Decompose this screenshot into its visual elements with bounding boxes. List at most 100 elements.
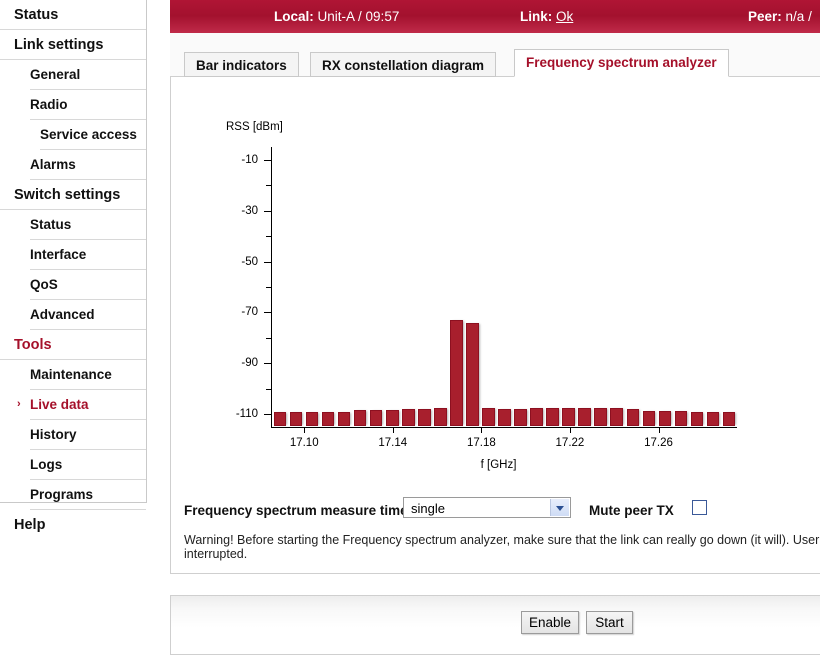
chart-y-tick-label: -110 — [218, 409, 258, 419]
status-link-key: Link: — [520, 9, 552, 24]
page-root: Status Link settings General Radio Service a… — [0, 0, 820, 638]
chart-y-tick — [264, 160, 271, 161]
sidebar-section-link-settings[interactable]: Link settings — [0, 30, 146, 60]
status-local: Local: Unit-A / 09:57 — [274, 9, 399, 24]
status-peer: Peer: n/a / — [748, 9, 812, 24]
measure-time-label: Frequency spectrum measure time — [184, 503, 408, 518]
chart-x-axis-line — [271, 427, 737, 428]
sidebar-item-maintenance[interactable]: Maintenance — [30, 360, 146, 390]
chart-y-tick-label: -50 — [218, 257, 258, 267]
action-panel: Enable Start — [170, 595, 820, 655]
warning-text: Warning! Before starting the Frequency s… — [184, 533, 820, 561]
chevron-down-icon[interactable] — [550, 499, 569, 516]
sidebar-item-qos[interactable]: QoS — [30, 270, 146, 300]
chart-y-tick-label: -90 — [218, 358, 258, 368]
chart-controls: Frequency spectrum measure time single M… — [171, 495, 820, 575]
chart-y-tick-minor — [266, 287, 271, 288]
sidebar-label: History — [30, 427, 77, 442]
chart-x-tick — [570, 428, 571, 433]
sidebar-section-switch-settings[interactable]: Switch settings — [0, 180, 146, 210]
sidebar-label: Switch settings — [14, 187, 120, 203]
chart-x-axis-label: f [GHz] — [171, 459, 820, 471]
chart-bar — [322, 412, 335, 426]
tab-bar-indicators[interactable]: Bar indicators — [184, 52, 299, 77]
sidebar-item-interface[interactable]: Interface — [30, 240, 146, 270]
chart-y-tick — [264, 211, 271, 212]
chart-y-tick-minor — [266, 338, 271, 339]
chart-x-tick-label: 17.14 — [363, 437, 423, 449]
sidebar-label: Alarms — [30, 157, 76, 172]
chart-y-tick — [264, 312, 271, 313]
tab-rx-constellation-diagram[interactable]: RX constellation diagram — [310, 52, 496, 77]
status-peer-key: Peer: — [748, 9, 782, 24]
chart-bar — [274, 412, 287, 426]
chart-x-tick-label: 17.22 — [540, 437, 600, 449]
measure-time-select[interactable]: single — [403, 497, 571, 518]
chart-bar — [402, 409, 415, 426]
chart-y-axis-line — [271, 147, 272, 428]
status-peer-value: n/a / — [786, 9, 812, 24]
chart-y-tick — [264, 414, 271, 415]
enable-button[interactable]: Enable — [521, 611, 579, 634]
chart-plot-area: -10-30-50-70-90-11017.1017.1417.1817.221… — [271, 147, 736, 427]
chart-bar — [498, 409, 511, 426]
chart-bar — [306, 412, 319, 426]
sidebar-item-history[interactable]: History — [30, 420, 146, 450]
frequency-spectrum-chart: RSS [dBm] f [GHz] -10-30-50-70-90-11017.… — [171, 77, 820, 477]
chart-bar — [370, 410, 383, 426]
sidebar-label: Live data — [30, 397, 89, 412]
chart-y-tick-label: -30 — [218, 206, 258, 216]
chart-x-tick — [393, 428, 394, 433]
sidebar-section-help[interactable]: Help — [0, 510, 146, 539]
sidebar-item-advanced[interactable]: Advanced — [30, 300, 146, 330]
warning-line-2: interrupted. — [184, 547, 820, 561]
chart-y-axis-label: RSS [dBm] — [226, 121, 283, 133]
status-bar: Local: Unit-A / 09:57 Link: Ok Peer: n/a… — [170, 0, 820, 33]
chart-bar — [450, 320, 463, 426]
chart-bar — [386, 410, 399, 426]
chart-x-tick-label: 17.26 — [629, 437, 689, 449]
sidebar-label: Status — [30, 217, 71, 232]
chart-bar — [723, 412, 736, 427]
sidebar-label: Radio — [30, 97, 68, 112]
chart-bar — [546, 408, 559, 426]
chart-bar — [338, 412, 351, 426]
status-link-value[interactable]: Ok — [556, 9, 573, 24]
chart-x-tick — [481, 428, 482, 433]
chart-x-tick-label: 17.18 — [451, 437, 511, 449]
sidebar-item-radio[interactable]: Radio — [30, 90, 146, 120]
sidebar-item-programs[interactable]: Programs — [30, 480, 146, 510]
start-button[interactable]: Start — [586, 611, 633, 634]
sidebar-item-live-data[interactable]: ›Live data — [30, 390, 146, 420]
chart-bar — [482, 408, 495, 426]
sidebar-item-service-access[interactable]: Service access — [40, 120, 146, 150]
sidebar-label: Tools — [14, 337, 52, 353]
sidebar-label: General — [30, 67, 80, 82]
mute-peer-tx-checkbox[interactable] — [692, 500, 707, 515]
tab-frequency-spectrum-analyzer[interactable]: Frequency spectrum analyzer — [514, 49, 729, 77]
tab-bar: Bar indicators RX constellation diagram Fr… — [170, 33, 820, 78]
chart-bar — [290, 412, 303, 426]
status-local-value: Unit-A / 09:57 — [318, 9, 400, 24]
sidebar-label: QoS — [30, 277, 58, 292]
sidebar-section-status[interactable]: Status — [0, 0, 146, 30]
chart-x-tick — [659, 428, 660, 433]
chart-y-tick-label: -70 — [218, 307, 258, 317]
status-link: Link: Ok — [520, 9, 573, 24]
sidebar-label: Status — [14, 7, 58, 23]
chart-bar — [691, 412, 704, 427]
sidebar-item-alarms[interactable]: Alarms — [30, 150, 146, 180]
sidebar-label: Maintenance — [30, 367, 112, 382]
sidebar-label: Logs — [30, 457, 62, 472]
sidebar-item-general[interactable]: General — [30, 60, 146, 90]
chart-bar — [530, 408, 543, 426]
chart-bar — [434, 408, 447, 426]
chart-y-tick-minor — [266, 236, 271, 237]
tab-label: Frequency spectrum analyzer — [526, 55, 717, 70]
chart-bar — [594, 408, 607, 426]
sidebar-item-logs[interactable]: Logs — [30, 450, 146, 480]
sidebar-item-status[interactable]: Status — [30, 210, 146, 240]
chart-bar — [562, 408, 575, 426]
sidebar-section-tools[interactable]: Tools — [0, 330, 146, 360]
chart-y-tick-label: -10 — [218, 155, 258, 165]
